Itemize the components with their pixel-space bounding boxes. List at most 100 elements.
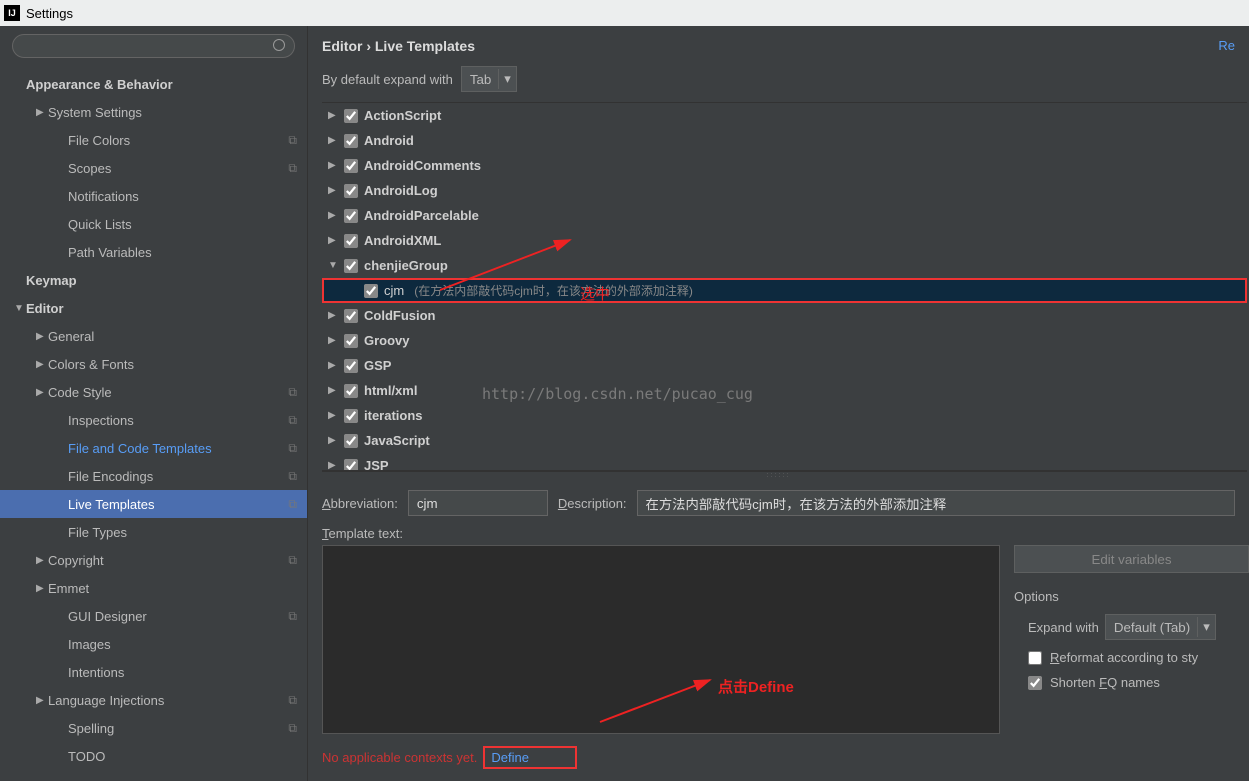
chevron-icon: ▶	[328, 335, 338, 346]
copy-icon: ⧉	[288, 497, 297, 512]
template-checkbox[interactable]	[344, 134, 358, 148]
template-checkbox[interactable]	[364, 284, 378, 298]
template-androidxml[interactable]: ▶AndroidXML	[322, 228, 1247, 253]
template-gsp[interactable]: ▶ GSP	[322, 353, 1247, 378]
sidebar-item-file-encodings[interactable]: File Encodings⧉	[0, 462, 307, 490]
sidebar-item-images[interactable]: Images	[0, 630, 307, 658]
copy-icon: ⧉	[288, 413, 297, 428]
breadcrumb: Editor › Live Templates Re	[308, 26, 1249, 60]
sidebar-item-gui-designer[interactable]: GUI Designer⧉	[0, 602, 307, 630]
template-checkbox[interactable]	[344, 234, 358, 248]
sidebar-item-quick-lists[interactable]: Quick Lists	[0, 210, 307, 238]
chevron-icon: ▶	[328, 360, 338, 371]
template-checkbox[interactable]	[344, 409, 358, 423]
sidebar-item-copyright[interactable]: ▶Copyright⧉	[0, 546, 307, 574]
sidebar-item-label: TODO	[68, 749, 307, 764]
sidebar-item-file-colors[interactable]: File Colors⧉	[0, 126, 307, 154]
template-checkbox[interactable]	[344, 259, 358, 273]
sidebar-item-path-variables[interactable]: Path Variables	[0, 238, 307, 266]
edit-variables-button[interactable]: Edit variables	[1014, 545, 1249, 573]
sidebar-item-inspections[interactable]: Inspections⧉	[0, 406, 307, 434]
template-name: GSP	[364, 358, 391, 373]
copy-icon: ⧉	[288, 385, 297, 400]
options-title: Options	[1014, 589, 1249, 604]
template-checkbox[interactable]	[344, 359, 358, 373]
sidebar-item-emmet[interactable]: ▶Emmet	[0, 574, 307, 602]
settings-tree[interactable]: Appearance & Behavior▶System SettingsFil…	[0, 66, 307, 781]
template-iterations[interactable]: ▶iterations	[322, 403, 1247, 428]
sidebar-item-todo[interactable]: TODO	[0, 742, 307, 770]
template-name: JSP	[364, 458, 389, 472]
sidebar-item-language-injections[interactable]: ▶Language Injections⧉	[0, 686, 307, 714]
sidebar-item-system-settings[interactable]: ▶System Settings	[0, 98, 307, 126]
template-javascript[interactable]: ▶JavaScript	[322, 428, 1247, 453]
template-editor[interactable]	[322, 545, 1000, 734]
define-link[interactable]: Define	[491, 750, 529, 765]
sidebar-item-live-templates[interactable]: Live Templates⧉	[0, 490, 307, 518]
template-coldfusion[interactable]: ▶ColdFusion	[322, 303, 1247, 328]
template-checkbox[interactable]	[344, 309, 358, 323]
sidebar-item-keymap[interactable]: Keymap	[0, 266, 307, 294]
template-html-xml[interactable]: ▶html/xml	[322, 378, 1247, 403]
sidebar-item-label: Scopes	[68, 161, 288, 176]
sidebar-item-label: Keymap	[26, 273, 307, 288]
template-checkbox[interactable]	[344, 384, 358, 398]
sidebar-item-notifications[interactable]: Notifications	[0, 182, 307, 210]
sidebar-item-file-and-code-templates[interactable]: File and Code Templates⧉	[0, 434, 307, 462]
template-name: Groovy	[364, 333, 410, 348]
abbreviation-input[interactable]	[408, 490, 548, 516]
sidebar-item-label: Emmet	[48, 581, 307, 596]
sidebar-item-label: Copyright	[48, 553, 288, 568]
sidebar-item-appearance-behavior[interactable]: Appearance & Behavior	[0, 70, 307, 98]
template-name: JavaScript	[364, 433, 430, 448]
expand-with-select[interactable]: Default (Tab)	[1105, 614, 1216, 640]
sidebar-item-spelling[interactable]: Spelling⧉	[0, 714, 307, 742]
template-androidlog[interactable]: ▶AndroidLog	[322, 178, 1247, 203]
sidebar-item-label: Colors & Fonts	[48, 357, 307, 372]
template-jsp[interactable]: ▶JSP	[322, 453, 1247, 472]
template-text-label: Template text:	[308, 526, 1249, 545]
copy-icon: ⧉	[288, 693, 297, 708]
template-checkbox[interactable]	[344, 434, 358, 448]
copy-icon: ⧉	[288, 469, 297, 484]
chevron-icon: ▶	[36, 331, 48, 342]
template-cjm[interactable]: cjm(在方法内部敲代码cjm时，在该方法的外部添加注释)	[322, 278, 1247, 303]
sidebar-item-editor[interactable]: ▼Editor	[0, 294, 307, 322]
template-checkbox[interactable]	[344, 159, 358, 173]
template-checkbox[interactable]	[344, 209, 358, 223]
sidebar-item-intentions[interactable]: Intentions	[0, 658, 307, 686]
template-androidcomments[interactable]: ▶AndroidComments	[322, 153, 1247, 178]
template-groovy[interactable]: ▶ Groovy	[322, 328, 1247, 353]
resize-grip[interactable]: ::::::	[308, 472, 1249, 480]
sidebar-item-file-types[interactable]: File Types	[0, 518, 307, 546]
shorten-checkbox[interactable]	[1028, 676, 1042, 690]
template-android[interactable]: ▶Android	[322, 128, 1247, 153]
template-checkbox[interactable]	[344, 459, 358, 473]
template-checkbox[interactable]	[344, 334, 358, 348]
chevron-icon: ▶	[36, 387, 48, 398]
sidebar-item-label: Images	[68, 637, 307, 652]
sidebar-item-general[interactable]: ▶General	[0, 322, 307, 350]
template-list[interactable]: http://blog.csdn.net/pucao_cug ▶ActionSc…	[322, 102, 1247, 472]
app-icon: IJ	[4, 5, 20, 21]
sidebar-item-label: Live Templates	[68, 497, 288, 512]
sidebar-item-code-style[interactable]: ▶Code Style⧉	[0, 378, 307, 406]
template-actionscript[interactable]: ▶ActionScript	[322, 103, 1247, 128]
sidebar: Appearance & Behavior▶System SettingsFil…	[0, 26, 308, 781]
expand-label: By default expand with	[322, 72, 453, 87]
chevron-icon: ▶	[36, 695, 48, 706]
search-input[interactable]	[12, 34, 295, 58]
sidebar-item-colors-fonts[interactable]: ▶Colors & Fonts	[0, 350, 307, 378]
reformat-checkbox[interactable]	[1028, 651, 1042, 665]
chevron-icon: ▶	[328, 135, 338, 146]
template-checkbox[interactable]	[344, 109, 358, 123]
description-input[interactable]	[637, 490, 1235, 516]
template-checkbox[interactable]	[344, 184, 358, 198]
reset-link[interactable]: Re	[1218, 38, 1235, 54]
template-chenjiegroup[interactable]: ▼chenjieGroup	[322, 253, 1247, 278]
expand-select[interactable]: Tab	[461, 66, 517, 92]
sidebar-item-scopes[interactable]: Scopes⧉	[0, 154, 307, 182]
template-androidparcelable[interactable]: ▶AndroidParcelable	[322, 203, 1247, 228]
sidebar-item-label: GUI Designer	[68, 609, 288, 624]
chevron-icon: ▼	[14, 303, 26, 314]
